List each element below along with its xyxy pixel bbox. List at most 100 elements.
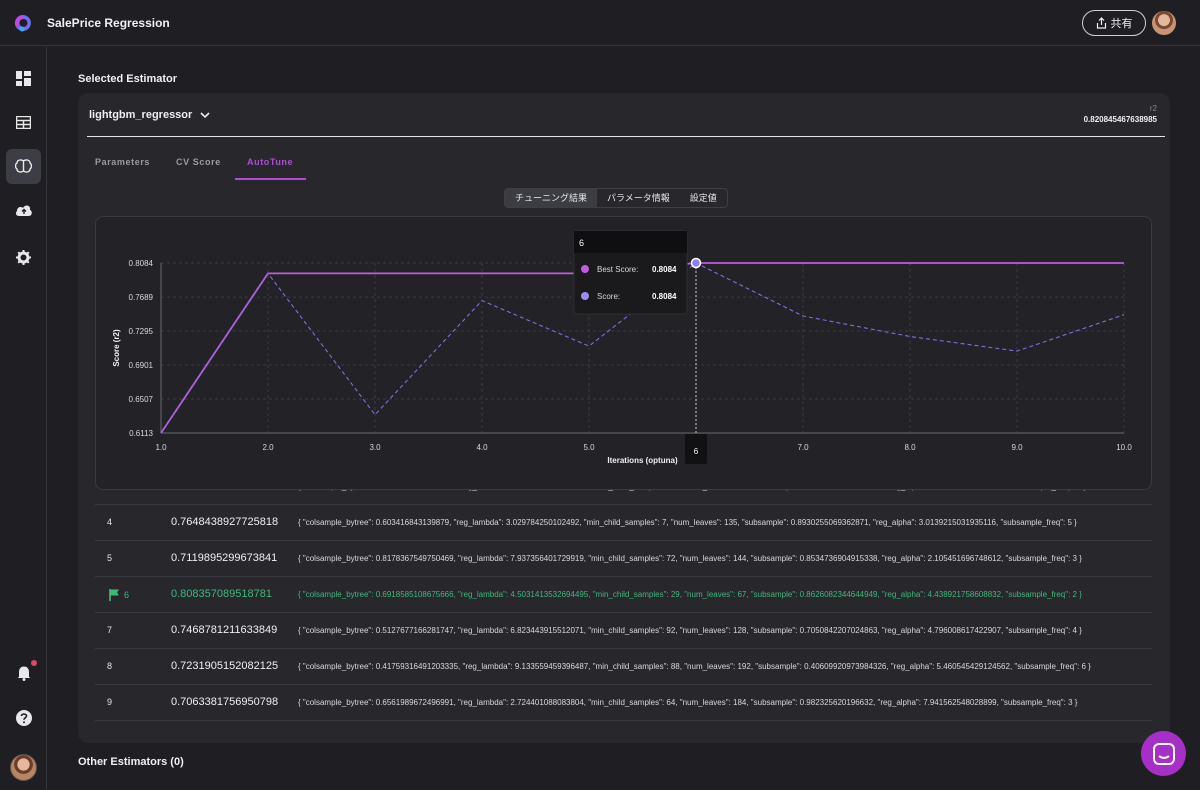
sidebar-item-deploy[interactable] [6,193,41,228]
x-axis-label: Iterations (optuna) [607,456,678,465]
trial-score: 0.7063381756950798 [171,696,279,708]
chat-icon [1152,742,1175,765]
tooltip-row-value: 0.8084 [652,265,677,274]
sidebar-item-settings[interactable] [6,240,41,275]
app-title: SalePrice Regression [47,16,170,30]
y-tick-label: 0.7295 [129,327,154,336]
trial-params: { "colsample_bytree": 0.5127677166281747… [298,626,1082,635]
trial-score: 0.746878121163384​9 [171,624,278,636]
sidebar-item-dashboard[interactable] [6,61,41,96]
estimator-name: lightgbm_regressor [89,109,193,121]
tooltip-swatch [581,265,589,273]
chevron-down-icon [200,112,210,118]
segment-tuning-results[interactable]: チューニング結果 [505,189,598,207]
table-icon [16,116,31,129]
y-tick-label: 0.8084 [129,259,154,268]
trial-params: { "colsample_bytree": 0.8178367549750469… [298,554,1082,563]
trial-id-text: 8 [107,661,113,671]
sidebar [0,47,47,790]
metric-value: 0.820845467638985 [1083,115,1157,124]
x-tick-label: 4.0 [476,443,488,452]
x-tick-label: 10.0 [1116,443,1132,452]
table-row[interactable]: 4 0.7648438927725818 { "colsample_bytree":… [95,505,1152,541]
trial-score: 0.808357089518781 [171,588,272,600]
x-tick-label: 3.0 [369,443,381,452]
trial-id-text: 7 [107,625,113,635]
sidebar-item-model[interactable] [6,149,41,184]
trial-id-text: 5 [107,553,113,563]
y-tick-label: 0.6507 [129,395,154,404]
tab-autotune[interactable]: AutoTune [247,157,293,167]
cloud-upload-icon [15,205,32,216]
trial-score: 0.7648438927725818 [171,516,279,528]
user-avatar[interactable] [1152,11,1176,35]
tab-cv-score[interactable]: CV Score [176,157,221,167]
segment-settings[interactable]: 設定値 [680,189,727,207]
view-segmented-control: チューニング結果 パラメータ情報 設定値 [504,188,728,208]
hover-point [690,257,702,269]
table-row[interactable]: 6 0.808357089518781 { "colsample_bytree": … [95,577,1152,613]
trial-id: 9 [107,697,112,707]
share-label: 共有 [1110,18,1133,30]
metric-label: r2 [1149,104,1157,113]
trial-id: 4 [107,517,112,527]
brain-icon [15,159,32,173]
tab-parameters[interactable]: Parameters [95,157,150,167]
tooltip-header-bg [574,231,687,253]
trial-params: { "colsample_bytree": 0.603416843139879,… [298,518,1077,527]
segment-parameter-info[interactable]: パラメータ情報 [597,189,680,207]
share-button[interactable]: 共有 [1082,10,1146,36]
x-tick-label: 5.0 [583,443,595,452]
trial-id: 5 [107,553,112,563]
chat-launcher-button[interactable] [1141,731,1186,776]
other-estimators-title: Other Estimators (0) [78,756,184,768]
tooltip-row-label: Score: [597,292,620,301]
trial-params: { "colsample_bytree": 0.4175931649120333… [298,662,1091,671]
x-tick-label: 8.0 [904,443,916,452]
profile-avatar[interactable] [10,754,37,781]
y-tick-label: 0.6113 [129,429,153,438]
sidebar-item-help[interactable] [6,700,41,735]
table-row[interactable]: 7 0.746878121163384​9 { "colsample_bytree"… [95,613,1152,649]
y-tick-label: 0.7689 [129,293,154,302]
help-icon [15,709,32,726]
trial-params: { "colsample_bytree": 0.6561989672496991… [298,698,1078,707]
dashboard-icon [16,71,31,86]
x-tick-label: 7.0 [797,443,809,452]
tuning-chart-svg: 0.8084 0.7689 0.7295 0.6901 0.6507 0.61131.0 2… [112,230,1132,465]
app-logo-icon[interactable] [13,13,33,33]
trial-id: 7 [107,625,112,635]
trial-score: 0.7119895299673841 [171,552,278,564]
trial-score: 0.7231905152082125 [171,660,279,672]
estimator-card: lightgbm_regressor r2 0.820845467638985 … [78,93,1170,743]
tooltip-header: 6 [579,238,584,248]
trial-id: 8 [107,661,112,671]
tooltip-row-value: 0.8084 [652,292,677,301]
header-divider [87,136,1165,137]
active-tab-indicator [235,178,306,180]
trial-id-text: 4 [107,517,113,527]
table-row[interactable]: 8 0.7231905152082125 { "colsample_bytree":… [95,649,1152,685]
notification-badge [31,660,37,666]
x-tick-label: 1.0 [155,443,167,452]
y-axis-label: Score (r2) [112,329,121,367]
gear-icon [16,250,31,265]
trial-id-text: 6 [124,590,130,600]
estimator-selector[interactable]: lightgbm_regressor [89,109,210,121]
trial-id: 6 [109,589,129,601]
sidebar-item-table[interactable] [6,105,41,140]
y-tick-label: 0.6901 [129,361,154,370]
bell-icon [17,666,30,681]
trial-id-text: 9 [107,697,113,707]
hover-x-label: 6 [694,447,699,456]
table-row[interactable]: 5 0.7119895299673841 { "colsample_bytree":… [95,541,1152,577]
share-icon [1096,17,1106,29]
tooltip-row-label: Best Score: [597,265,638,274]
x-tick-label: 2.0 [262,443,274,452]
trial-params: { "colsample_bytree": 0.6918585108675666… [298,590,1082,599]
selected-estimator-title: Selected Estimator [78,73,178,85]
top-bar: SalePrice Regression 共有 [0,0,1200,46]
tuning-chart: 0.8084 0.7689 0.7295 0.6901 0.6507 0.6113 1.0 2… [95,216,1152,490]
best-trial-flag-icon [109,589,119,601]
table-row[interactable]: 9 0.7063381756950798 { "colsample_bytree":… [95,685,1152,721]
